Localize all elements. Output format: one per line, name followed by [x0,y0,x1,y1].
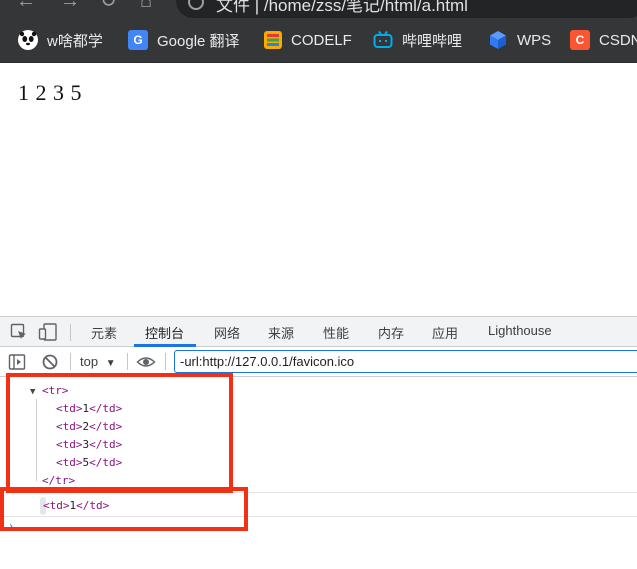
page-content: 1 2 3 5 [18,80,82,105]
bookmark-bilibili[interactable]: 哔哩哔哩 [373,28,462,52]
bookmark-label: WPS [517,31,552,49]
tab-separator [70,324,71,341]
bookmark-label: Google 翻译 [157,32,240,50]
forward-arrow-icon[interactable]: → [60,0,80,11]
bookmarks-bar: w啥都学 G Google 翻译 CODELF 哔哩哔哩 WPS C CSDN [0,18,637,63]
console-filter-value[interactable]: -url:http://127.0.0.1/favicon.ico [180,354,354,369]
browser-top-bar: ← → ↻ ⌂ 文件 | /home/zss/笔记/html/a.html [0,0,637,18]
csdn-c-icon: C [570,30,590,50]
dropdown-triangle-icon: ▼ [105,358,116,369]
bookmark-csdn[interactable]: C CSDN [570,28,637,52]
wps-cube-icon [488,30,508,50]
tab-application[interactable]: 应用 [432,323,458,342]
bookmark-label: CODELF [291,31,352,49]
bookmark-codelf[interactable]: CODELF [264,28,352,52]
devtools-tab-bar: 元素 控制台 网络 来源 性能 内存 应用 Lighthouse [0,316,637,347]
google-translate-icon: G [128,30,148,50]
context-selector[interactable]: top ▼ [80,354,116,369]
toolbar-separator [70,353,71,370]
tab-console[interactable]: 控制台 [145,323,184,342]
site-info-icon[interactable] [188,0,204,10]
toolbar-separator [165,353,166,370]
tab-elements[interactable]: 元素 [91,323,117,342]
bookmark-label: 哔哩哔哩 [402,32,463,50]
tab-network[interactable]: 网络 [214,323,240,342]
bookmark-google-translate[interactable]: G Google 翻译 [128,28,240,52]
address-bar[interactable]: 文件 | /home/zss/笔记/html/a.html [176,0,637,18]
inspect-element-icon[interactable] [10,323,28,346]
codelf-icon [264,31,282,49]
annotation-red-box [0,487,248,531]
tab-sources[interactable]: 来源 [268,323,294,342]
bilibili-tv-icon [373,30,393,50]
tab-performance[interactable]: 性能 [323,323,349,342]
bookmark-label: w啥都学 [47,32,103,50]
bookmark-label: CSDN [599,31,637,49]
tab-lighthouse[interactable]: Lighthouse [488,323,552,338]
home-icon[interactable]: ⌂ [140,0,152,11]
toolbar-separator [127,353,128,370]
device-toolbar-icon[interactable] [38,323,58,346]
panda-face-icon [18,30,38,50]
back-arrow-icon[interactable]: ← [16,0,36,11]
tab-memory[interactable]: 内存 [378,323,404,342]
address-url[interactable]: 文件 | /home/zss/笔记/html/a.html [216,0,468,16]
bookmark-w[interactable]: w啥都学 [18,28,103,52]
bookmark-wps[interactable]: WPS [488,28,551,52]
reload-icon[interactable]: ↻ [100,0,117,11]
context-label: top [80,354,99,369]
annotation-red-box [6,373,233,493]
